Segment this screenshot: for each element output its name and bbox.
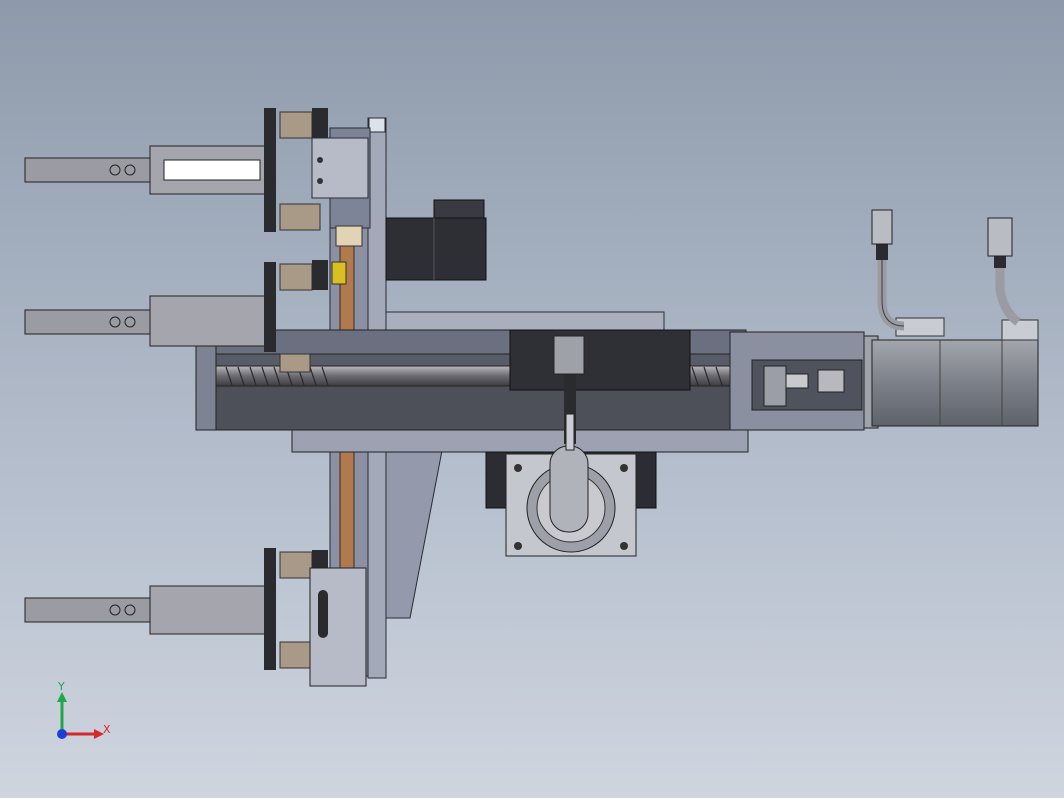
z-axis-dot — [57, 729, 67, 739]
x-axis-label: X — [103, 723, 111, 736]
stepper-motor-top — [385, 199, 487, 281]
cad-viewport[interactable]: Y X — [0, 0, 1064, 798]
servo-motor-right — [729, 317, 1039, 431]
linear-module — [195, 329, 749, 453]
gripper-top — [24, 108, 328, 232]
coordinate-triad-icon[interactable]: Y X — [57, 680, 111, 739]
cad-model[interactable]: Y X — [0, 0, 1064, 798]
y-axis-label: Y — [57, 680, 65, 693]
gripper-bottom — [24, 548, 367, 687]
gripper-middle — [24, 260, 328, 373]
